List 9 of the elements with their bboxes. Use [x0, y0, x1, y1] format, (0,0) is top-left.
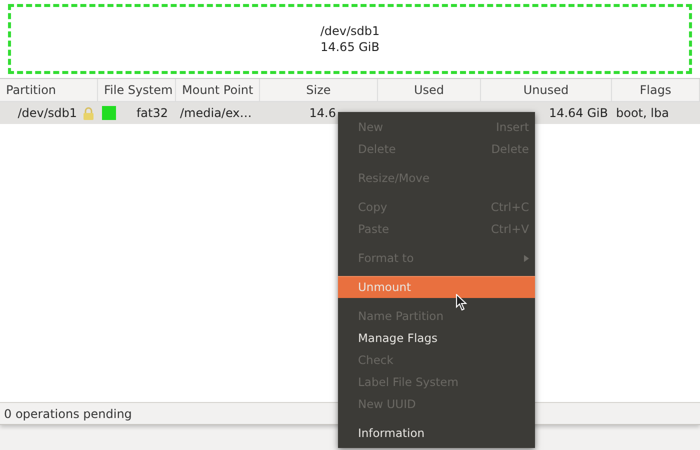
partition-name: /dev/sdb1 — [320, 24, 380, 38]
table-cell: 14.64 GiB — [548, 106, 608, 120]
table-cell: 14.6 — [309, 106, 336, 120]
table-cell: fat32 — [136, 106, 168, 120]
status-text: 0 operations pending — [4, 406, 132, 420]
table-cell: /dev/sdb1 — [18, 106, 77, 120]
table-cell: /media/ex… — [180, 106, 252, 120]
table-cell: boot, lba — [616, 106, 669, 120]
partition-size: 14.65 GiB — [320, 40, 380, 54]
